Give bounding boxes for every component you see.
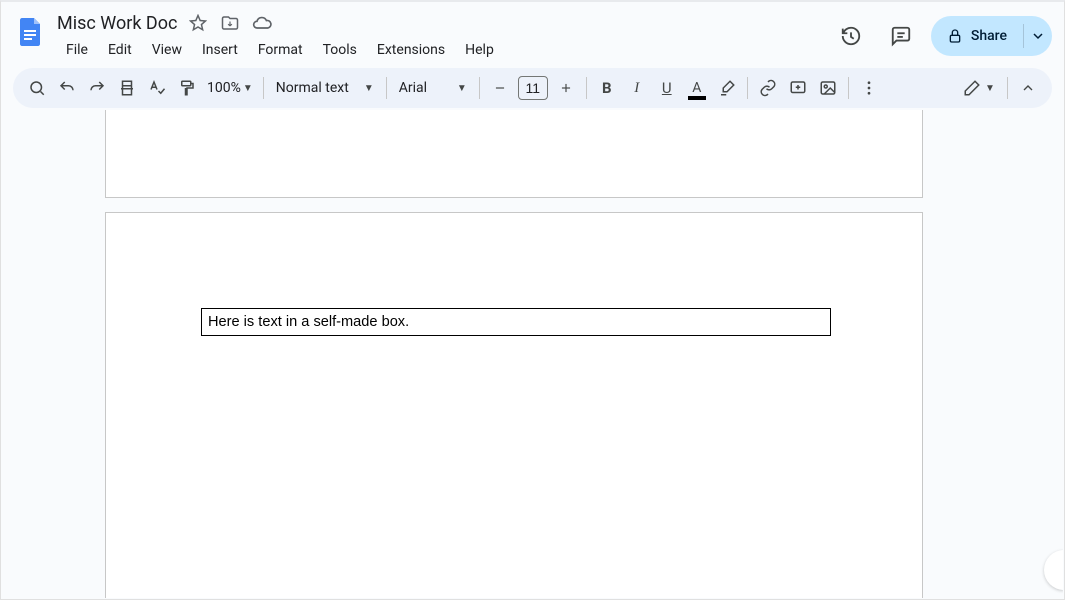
app-header: Misc Work Doc File Edit View Insert Form… — [1, 2, 1064, 64]
star-icon[interactable] — [187, 12, 209, 34]
font-size-group — [486, 74, 580, 102]
menu-insert[interactable]: Insert — [193, 40, 247, 60]
share-button[interactable]: Share — [931, 16, 1023, 56]
insert-image-icon[interactable] — [814, 74, 842, 102]
share-button-group: Share — [931, 16, 1052, 56]
caret-down-icon: ▼ — [243, 83, 253, 94]
paragraph-style-dropdown[interactable]: Normal text ▼ — [270, 80, 380, 96]
menu-help[interactable]: Help — [456, 40, 503, 60]
paint-format-icon[interactable] — [173, 74, 201, 102]
pencil-icon — [963, 79, 981, 97]
menu-bar: File Edit View Insert Format Tools Exten… — [57, 36, 831, 64]
menu-extensions[interactable]: Extensions — [368, 40, 454, 60]
history-icon[interactable] — [831, 16, 871, 56]
insert-link-icon[interactable] — [754, 74, 782, 102]
cloud-status-icon[interactable] — [251, 12, 273, 34]
caret-down-icon: ▼ — [985, 83, 995, 94]
explore-fab[interactable] — [1044, 550, 1063, 590]
add-comment-icon[interactable] — [784, 74, 812, 102]
move-folder-icon[interactable] — [219, 12, 241, 34]
paragraph-style-value: Normal text — [276, 80, 349, 96]
text-box-content[interactable]: Here is text in a self-made box. — [208, 314, 409, 330]
spellcheck-icon[interactable] — [143, 74, 171, 102]
editing-mode-dropdown[interactable]: ▼ — [957, 74, 1001, 102]
zoom-dropdown[interactable]: 100% ▼ — [203, 80, 257, 96]
caret-down-icon — [1033, 31, 1043, 41]
text-color-icon[interactable]: A — [683, 74, 711, 102]
toolbar-separator — [747, 77, 748, 99]
toolbar-separator — [586, 77, 587, 99]
caret-down-icon: ▼ — [457, 83, 467, 94]
document-canvas[interactable]: Here is text in a self-made box. — [2, 110, 1063, 598]
collapse-toolbar-icon[interactable] — [1014, 74, 1042, 102]
menu-edit[interactable]: Edit — [99, 40, 141, 60]
toolbar-container: 100% ▼ Normal text ▼ Arial ▼ B I U A — [1, 64, 1064, 108]
comments-icon[interactable] — [881, 16, 921, 56]
font-family-value: Arial — [399, 80, 427, 96]
caret-down-icon: ▼ — [364, 83, 374, 94]
toolbar-separator — [848, 77, 849, 99]
font-size-increase-icon[interactable] — [552, 74, 580, 102]
font-size-input[interactable] — [518, 76, 548, 100]
title-row: Misc Work Doc — [57, 10, 831, 36]
share-dropdown[interactable] — [1024, 16, 1052, 56]
undo-icon[interactable] — [53, 74, 81, 102]
menu-format[interactable]: Format — [249, 40, 312, 60]
more-options-icon[interactable] — [855, 74, 883, 102]
toolbar-separator — [386, 77, 387, 99]
toolbar-separator — [1007, 77, 1008, 99]
menu-file[interactable]: File — [57, 40, 97, 60]
title-block: Misc Work Doc File Edit View Insert Form… — [57, 10, 831, 64]
underline-icon[interactable]: U — [653, 74, 681, 102]
document-page-previous[interactable] — [105, 110, 923, 198]
search-menus-icon[interactable] — [23, 74, 51, 102]
menu-view[interactable]: View — [143, 40, 191, 60]
text-box[interactable]: Here is text in a self-made box. — [201, 308, 831, 336]
redo-icon[interactable] — [83, 74, 111, 102]
toolbar-separator — [479, 77, 480, 99]
toolbar: 100% ▼ Normal text ▼ Arial ▼ B I U A — [13, 68, 1052, 108]
font-family-dropdown[interactable]: Arial ▼ — [393, 80, 473, 96]
print-icon[interactable] — [113, 74, 141, 102]
menu-tools[interactable]: Tools — [314, 40, 366, 60]
italic-icon[interactable]: I — [623, 74, 651, 102]
font-size-decrease-icon[interactable] — [486, 74, 514, 102]
share-label: Share — [971, 28, 1007, 44]
header-actions: Share — [831, 16, 1052, 56]
document-title[interactable]: Misc Work Doc — [57, 13, 177, 34]
toolbar-separator — [263, 77, 264, 99]
document-page[interactable]: Here is text in a self-made box. — [105, 212, 923, 598]
lock-icon — [947, 28, 963, 44]
docs-logo-icon[interactable] — [13, 14, 49, 50]
zoom-value: 100% — [207, 80, 241, 96]
bold-icon[interactable]: B — [593, 74, 621, 102]
highlight-color-icon[interactable] — [713, 74, 741, 102]
